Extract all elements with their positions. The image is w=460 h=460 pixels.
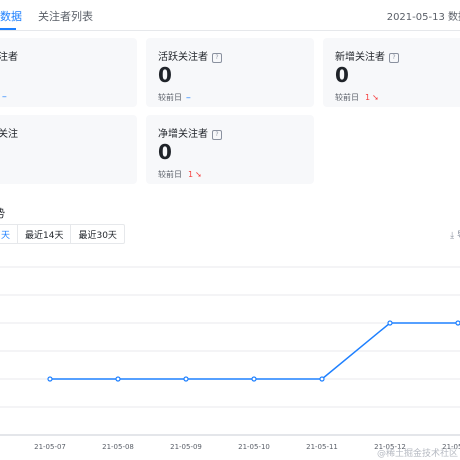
range-30-days-button[interactable]: 最近30天: [70, 225, 123, 243]
x-tick-label: 21-05-09: [170, 443, 202, 451]
help-icon[interactable]: ?: [389, 53, 399, 63]
x-tick-label: 21-05-10: [238, 443, 270, 451]
compare-value: --: [186, 93, 191, 102]
card-compare: 较前日 --: [158, 92, 191, 103]
card-value: 0: [158, 63, 172, 87]
data-point-21-05-10[interactable]: [251, 376, 257, 382]
compare-value: 1: [365, 93, 371, 102]
compare-value: 1: [188, 170, 194, 179]
card-value: 0: [335, 63, 349, 87]
card-total-followers: 注者 --: [0, 38, 137, 107]
data-point-21-05-13[interactable]: [455, 320, 460, 326]
card-title-text: 净增关注者: [158, 129, 208, 140]
compare-label: 较前日: [158, 93, 182, 102]
range-14-days-button[interactable]: 最近14天: [17, 225, 70, 243]
card-compare: 较前日 1 ➘: [158, 169, 202, 180]
x-tick-label: 21-05-11: [306, 443, 338, 451]
help-icon[interactable]: ?: [212, 53, 222, 63]
data-point-21-05-08[interactable]: [115, 376, 121, 382]
export-button[interactable]: ⤓ 导: [450, 228, 460, 241]
x-tick-label: 21-05-07: [34, 443, 66, 451]
card-title: 注者: [0, 52, 18, 63]
follower-trend-chart: 21-05-07 21-05-08 21-05-09 21-05-10 21-05-11…: [0, 266, 460, 451]
card-value: 0: [158, 140, 172, 164]
compare-value: --: [2, 92, 7, 101]
trend-up-arrow-icon: ➘: [372, 93, 379, 102]
card-net-followers: 净增关注者? 0 较前日 1 ➘: [146, 115, 314, 184]
x-tick-label: 21-05-08: [102, 443, 134, 451]
data-date: 2021-05-13 数据: [386, 12, 460, 23]
data-point-21-05-12[interactable]: [387, 320, 393, 326]
date-range-selector: 天 最近14天 最近30天: [0, 224, 125, 244]
range-7-days-button[interactable]: 天: [0, 225, 17, 243]
card-title: 关注: [0, 129, 18, 140]
card-compare: 较前日 1 ➘: [335, 92, 379, 103]
card-new-followers: 新增关注者? 0 较前日 1 ➘: [323, 38, 460, 107]
compare-label: 较前日: [335, 93, 359, 102]
tab-bar: 数据 关注者列表 2021-05-13 数据: [0, 0, 460, 31]
data-point-21-05-07[interactable]: [47, 376, 53, 382]
card-compare: --: [0, 92, 7, 101]
compare-label: 较前日: [158, 170, 182, 179]
download-icon: ⤓: [450, 231, 455, 241]
card-title: 净增关注者?: [158, 125, 222, 140]
follower-analytics-page: 数据 关注者列表 2021-05-13 数据 注者 -- 活跃关注者? 0 较前…: [0, 0, 460, 460]
tab-data[interactable]: 数据: [0, 8, 22, 24]
card-title-text: 新增关注者: [335, 52, 385, 63]
card-title: 新增关注者?: [335, 48, 399, 63]
data-point-21-05-11[interactable]: [319, 376, 325, 382]
trend-section-title: 势: [0, 205, 5, 221]
data-point-21-05-09[interactable]: [183, 376, 189, 382]
tab-follower-list[interactable]: 关注者列表: [38, 8, 93, 24]
help-icon[interactable]: ?: [212, 130, 222, 140]
card-unfollow: 关注: [0, 115, 137, 184]
trend-up-arrow-icon: ➘: [195, 170, 202, 179]
card-active-followers: 活跃关注者? 0 较前日 --: [146, 38, 314, 107]
active-tab-indicator: [0, 28, 16, 30]
card-title: 活跃关注者?: [158, 48, 222, 63]
watermark: @稀土掘金技术社区: [376, 449, 458, 459]
card-title-text: 活跃关注者: [158, 52, 208, 63]
